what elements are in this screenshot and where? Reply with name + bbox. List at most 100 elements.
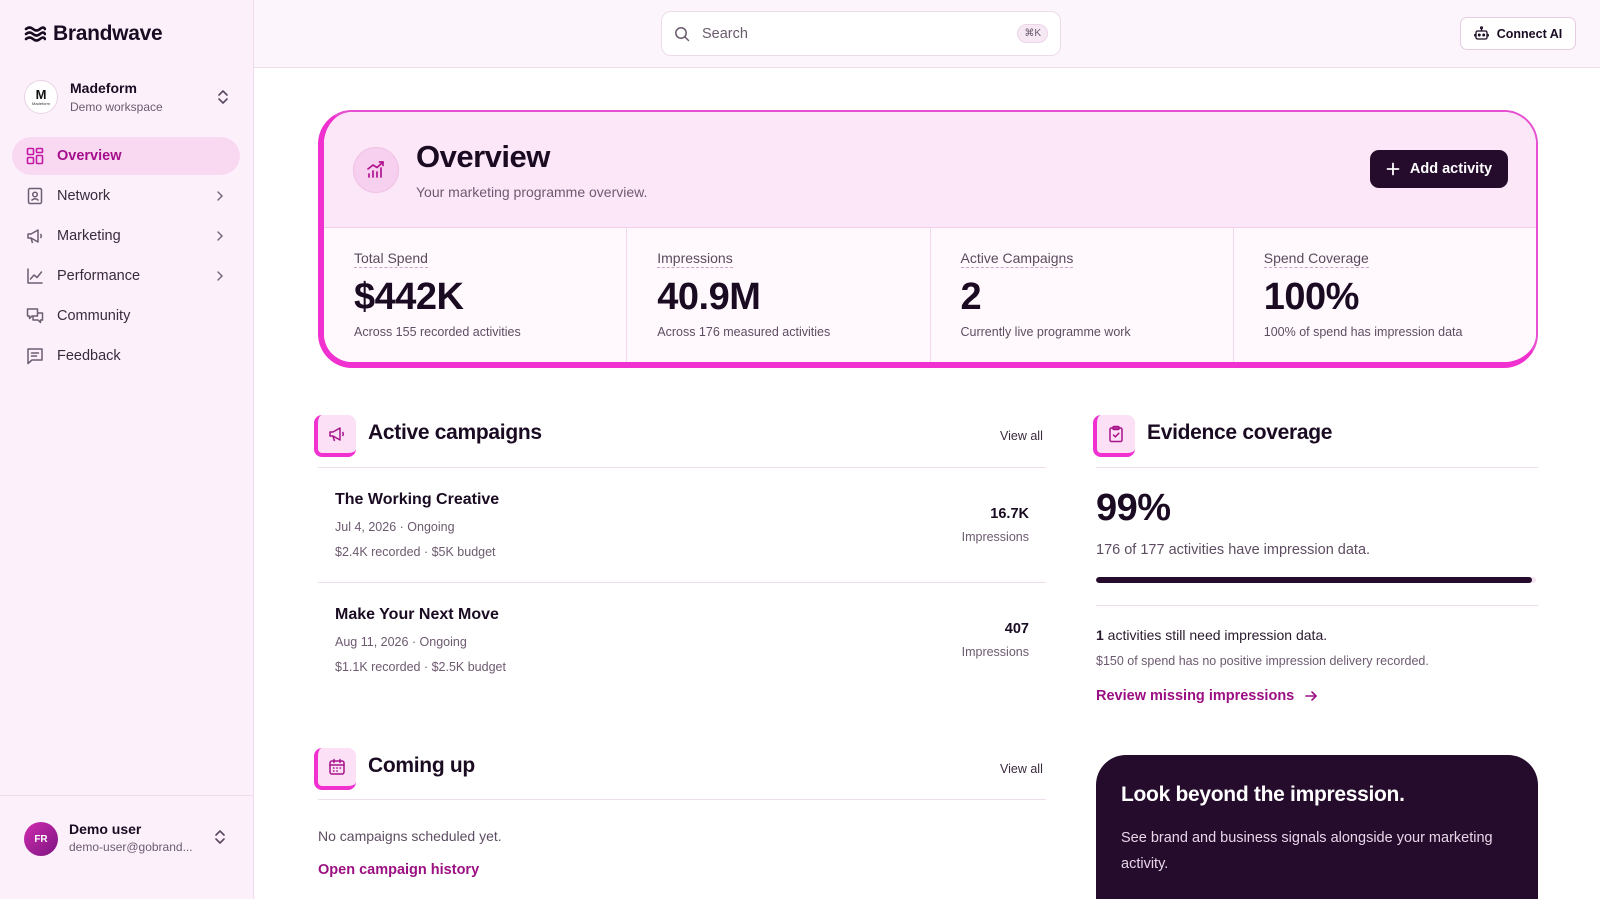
empty-state-text: No campaigns scheduled yet. xyxy=(318,828,502,844)
stat-label[interactable]: Total Spend xyxy=(354,250,428,268)
sidebar-item-label: Performance xyxy=(57,268,141,284)
grid-icon xyxy=(26,147,44,165)
campaign-dates: Jul 4, 2026 · Ongoing xyxy=(335,520,455,534)
contact-icon xyxy=(27,187,43,205)
coming-up-title: Coming up xyxy=(368,754,475,777)
line-chart-icon xyxy=(27,268,43,284)
user-menu[interactable]: FR Demo user demo-user@gobrand... xyxy=(0,795,254,899)
megaphone-icon xyxy=(27,229,42,244)
promo-text: See brand and business signals alongside… xyxy=(1121,830,1493,872)
stat-value: 100% xyxy=(1263,276,1360,318)
page-title: Overview xyxy=(416,139,550,174)
coverage-progress-fill xyxy=(1096,577,1532,583)
chevron-right-icon xyxy=(217,271,224,281)
coverage-value: 99% xyxy=(1096,487,1171,529)
topbar: ⌘K Connect AI xyxy=(254,0,1600,68)
stat-label[interactable]: Impressions xyxy=(657,250,733,268)
plus-icon xyxy=(1386,162,1400,176)
calendar-icon xyxy=(314,748,356,790)
stat-impressions: Impressions 40.9M Across 176 measured ac… xyxy=(627,228,931,362)
divider xyxy=(1096,467,1538,468)
avatar: FR xyxy=(24,822,58,856)
overview-card: Overview Your marketing programme overvi… xyxy=(318,110,1538,368)
review-link-label: Review missing impressions xyxy=(1096,688,1295,704)
sidebar-item-overview[interactable]: Overview xyxy=(12,137,240,175)
feedback-icon xyxy=(27,348,43,365)
arrow-right-icon xyxy=(1305,691,1318,701)
stat-value: $442K xyxy=(354,276,464,318)
campaign-budget: $2.4K recorded · $5K budget xyxy=(335,545,496,559)
chevron-updown-icon xyxy=(215,830,225,844)
chevron-right-icon xyxy=(217,231,224,241)
stat-value: 40.9M xyxy=(657,276,761,318)
workspace-name: Madeform xyxy=(70,80,137,96)
stat-active-campaigns: Active Campaigns 2 Currently live progra… xyxy=(931,228,1234,362)
divider xyxy=(318,582,1046,583)
stat-note: Currently live programme work xyxy=(960,325,1131,339)
sidebar-item-community[interactable]: Community xyxy=(12,297,240,335)
add-activity-button[interactable]: Add activity xyxy=(1370,150,1508,188)
waves-icon xyxy=(24,26,46,42)
divider xyxy=(318,799,1046,800)
sidebar-item-performance[interactable]: Performance xyxy=(12,257,240,295)
clipboard-check-icon xyxy=(1093,415,1135,457)
shortcut-badge: ⌘K xyxy=(1017,24,1048,43)
add-activity-label: Add activity xyxy=(1409,161,1493,177)
chevron-right-icon xyxy=(217,191,224,201)
search-box[interactable]: ⌘K xyxy=(661,11,1061,56)
sidebar-item-label: Overview xyxy=(57,148,122,164)
search-input[interactable] xyxy=(702,25,1018,42)
sidebar-item-label: Network xyxy=(57,188,111,204)
view-all-upcoming-link[interactable]: View all xyxy=(1000,762,1043,776)
user-name: Demo user xyxy=(69,821,142,837)
coverage-description: 176 of 177 activities have impression da… xyxy=(1096,542,1371,558)
evidence-coverage-title: Evidence coverage xyxy=(1147,421,1333,444)
campaign-dates: Aug 11, 2026 · Ongoing xyxy=(335,635,467,649)
stat-label[interactable]: Active Campaigns xyxy=(960,250,1074,268)
overview-header: Overview Your marketing programme overvi… xyxy=(324,112,1536,228)
brand-name: Brandwave xyxy=(53,22,163,45)
missing-text: activities still need impression data. xyxy=(1103,627,1328,643)
sidebar: Brandwave M Madeform Madeform Demo works… xyxy=(0,0,254,899)
stat-note: Across 155 recorded activities xyxy=(354,325,521,339)
divider xyxy=(318,467,1046,468)
campaign-name: The Working Creative xyxy=(335,491,500,508)
stat-note: 100% of spend has impression data xyxy=(1263,325,1463,339)
view-all-campaigns-link[interactable]: View all xyxy=(1000,429,1043,443)
missing-spend-note: $150 of spend has no positive impression… xyxy=(1096,654,1429,668)
analytics-icon xyxy=(353,147,399,193)
divider xyxy=(1096,605,1538,606)
connect-ai-label: Connect AI xyxy=(1496,26,1563,41)
review-missing-impressions-link[interactable]: Review missing impressions xyxy=(1096,688,1318,704)
campaign-history-link[interactable]: Open campaign history xyxy=(318,862,479,878)
workspace-subtitle: Demo workspace xyxy=(70,100,163,114)
chat-icon xyxy=(26,308,44,324)
megaphone-icon xyxy=(314,415,356,457)
sidebar-item-network[interactable]: Network xyxy=(12,177,240,215)
campaign-impressions: 407 xyxy=(1004,621,1029,637)
campaign-impressions: 16.7K xyxy=(990,506,1029,522)
campaign-impressions-label: Impressions xyxy=(961,530,1029,544)
chevron-updown-icon xyxy=(218,90,228,104)
stat-total-spend: Total Spend $442K Across 155 recorded ac… xyxy=(324,228,628,362)
sidebar-item-label: Marketing xyxy=(57,228,121,244)
promo-card[interactable]: Look beyond the impression. See brand an… xyxy=(1096,755,1538,899)
stat-note: Across 176 measured activities xyxy=(657,325,831,339)
connect-ai-button[interactable]: Connect AI xyxy=(1460,17,1576,50)
stat-value: 2 xyxy=(960,276,982,318)
robot-icon xyxy=(1473,26,1489,40)
sidebar-item-label: Community xyxy=(57,308,131,324)
page-subtitle: Your marketing programme overview. xyxy=(416,184,648,200)
active-campaigns-title: Active campaigns xyxy=(368,421,542,444)
missing-data-summary: 1 activities still need impression data. xyxy=(1096,627,1327,643)
sidebar-item-marketing[interactable]: Marketing xyxy=(12,217,240,255)
sidebar-item-label: Feedback xyxy=(57,348,121,364)
workspace-switcher[interactable]: M Madeform Madeform Demo workspace xyxy=(24,77,230,117)
sidebar-nav: Overview Network Marketing Performance C… xyxy=(12,137,240,377)
workspace-logo: M Madeform xyxy=(24,80,58,114)
stat-label[interactable]: Spend Coverage xyxy=(1263,250,1369,268)
campaign-budget: $1.1K recorded · $2.5K budget xyxy=(335,660,506,674)
brand-logo[interactable]: Brandwave xyxy=(24,20,163,48)
stats-row: Total Spend $442K Across 155 recorded ac… xyxy=(324,228,1536,362)
sidebar-item-feedback[interactable]: Feedback xyxy=(12,337,240,375)
